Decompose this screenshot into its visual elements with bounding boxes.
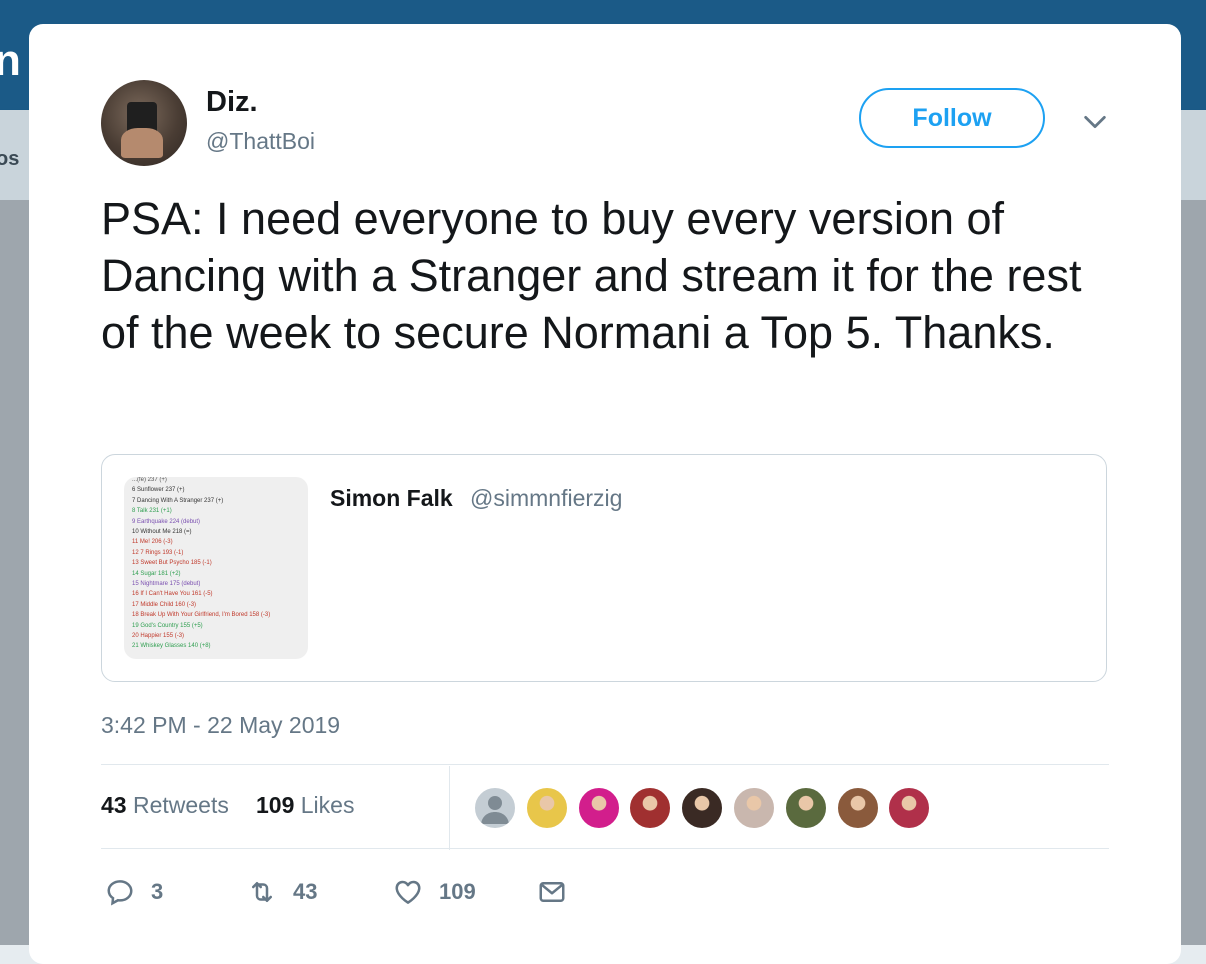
liker-avatar[interactable] [783, 786, 828, 830]
tweet-timestamp[interactable]: 3:42 PM - 22 May 2019 [101, 712, 340, 739]
retweets-count: 43 [101, 792, 127, 818]
retweet-button[interactable]: 43 [247, 872, 317, 912]
liker-avatar[interactable] [680, 786, 725, 830]
liker-avatar[interactable] [628, 786, 673, 830]
image-chart-line: 10 Without Me 218 (=) [132, 529, 192, 535]
retweet-count: 43 [293, 879, 318, 904]
hand-shape [121, 128, 163, 158]
image-chart-line: 6 Sunflower 237 (+) [132, 487, 185, 494]
image-chart-line: 14 Sugar 181 (+2) [132, 570, 181, 577]
quoted-author-name: Simon Falk [330, 485, 453, 511]
likes-stat[interactable]: 109 Likes [256, 792, 354, 819]
liker-avatar[interactable] [887, 786, 932, 830]
likes-label: Likes [300, 792, 355, 818]
retweet-icon [252, 882, 272, 902]
image-chart-line: 12 7 Rings 193 (-1) [132, 549, 184, 556]
image-chart-line: 8 Talk 231 (+1) [132, 508, 172, 515]
liker-avatar[interactable] [732, 786, 776, 830]
divider [101, 764, 1109, 765]
image-chart-line: 18 Break Up With Your Girlfriend, I'm Bo… [132, 612, 271, 619]
retweets-stat[interactable]: 43 Retweets [101, 792, 229, 819]
likes-count: 109 [256, 792, 295, 818]
author-handle[interactable]: @ThattBoi [206, 128, 315, 155]
engagement-stats: 43 Retweets 109 Likes [101, 766, 1109, 850]
background-title-fragment: n [0, 36, 21, 85]
image-chart-line: 16 If I Can't Have You 161 (-5) [132, 591, 213, 598]
follow-button[interactable]: Follow [859, 88, 1045, 148]
background-nav-fragment: os [0, 148, 20, 170]
like-count: 109 [439, 879, 476, 904]
divider [101, 848, 1109, 849]
tweet-actions: 3 43 109 [101, 872, 1109, 912]
reply-icon [107, 880, 133, 906]
reply-count: 3 [151, 879, 164, 904]
quoted-tweet-image[interactable]: ...(fe) 237 (+) 6 Sunflower 237 (+) 7 Danc… [124, 477, 308, 659]
liker-avatar[interactable] [835, 786, 880, 830]
envelope-icon [539, 882, 565, 902]
image-chart-line: 19 God's Country 155 (+5) [132, 622, 203, 629]
image-chart-line: 11 Me! 206 (-3) [132, 539, 173, 546]
image-chart-line: 7 Dancing With A Stranger 237 (+) [132, 497, 224, 504]
liker-avatar[interactable] [524, 786, 569, 830]
image-chart-line: 21 Whiskey Glasses 140 (+8) [132, 643, 211, 650]
retweets-label: Retweets [132, 792, 229, 818]
chevron-down-icon[interactable] [1081, 108, 1109, 136]
quoted-tweet-card[interactable]: ...(fe) 237 (+) 6 Sunflower 237 (+) 7 Danc… [101, 454, 1107, 682]
liker-avatar[interactable] [576, 786, 621, 830]
image-chart-line: 9 Earthquake 224 (debut) [132, 518, 201, 525]
heart-icon [395, 880, 421, 904]
default-avatar-icon[interactable] [473, 786, 517, 830]
author-avatar[interactable] [101, 80, 187, 166]
direct-message-button[interactable] [537, 872, 567, 912]
image-chart-line: 15 Nightmare 175 (debut) [132, 581, 201, 587]
reply-button[interactable]: 3 [105, 872, 163, 912]
image-chart-line: ...(fe) 237 (+) [132, 477, 167, 483]
image-chart-line: 20 Happier 155 (-3) [132, 633, 185, 639]
like-button[interactable]: 109 [393, 872, 476, 912]
tweet-text: PSA: I need everyone to buy every versio… [101, 193, 1082, 358]
quoted-author-handle: @simmnfierzig [470, 485, 623, 511]
tweet-modal: Diz. @ThattBoi Follow PSA: I need everyo… [29, 24, 1181, 964]
image-chart-line: 17 Middle Child 160 (-3) [132, 601, 197, 608]
image-chart-line: 13 Sweet But Psycho 185 (-1) [132, 560, 212, 567]
stats-divider [449, 766, 450, 850]
author-name[interactable]: Diz. [206, 86, 258, 119]
